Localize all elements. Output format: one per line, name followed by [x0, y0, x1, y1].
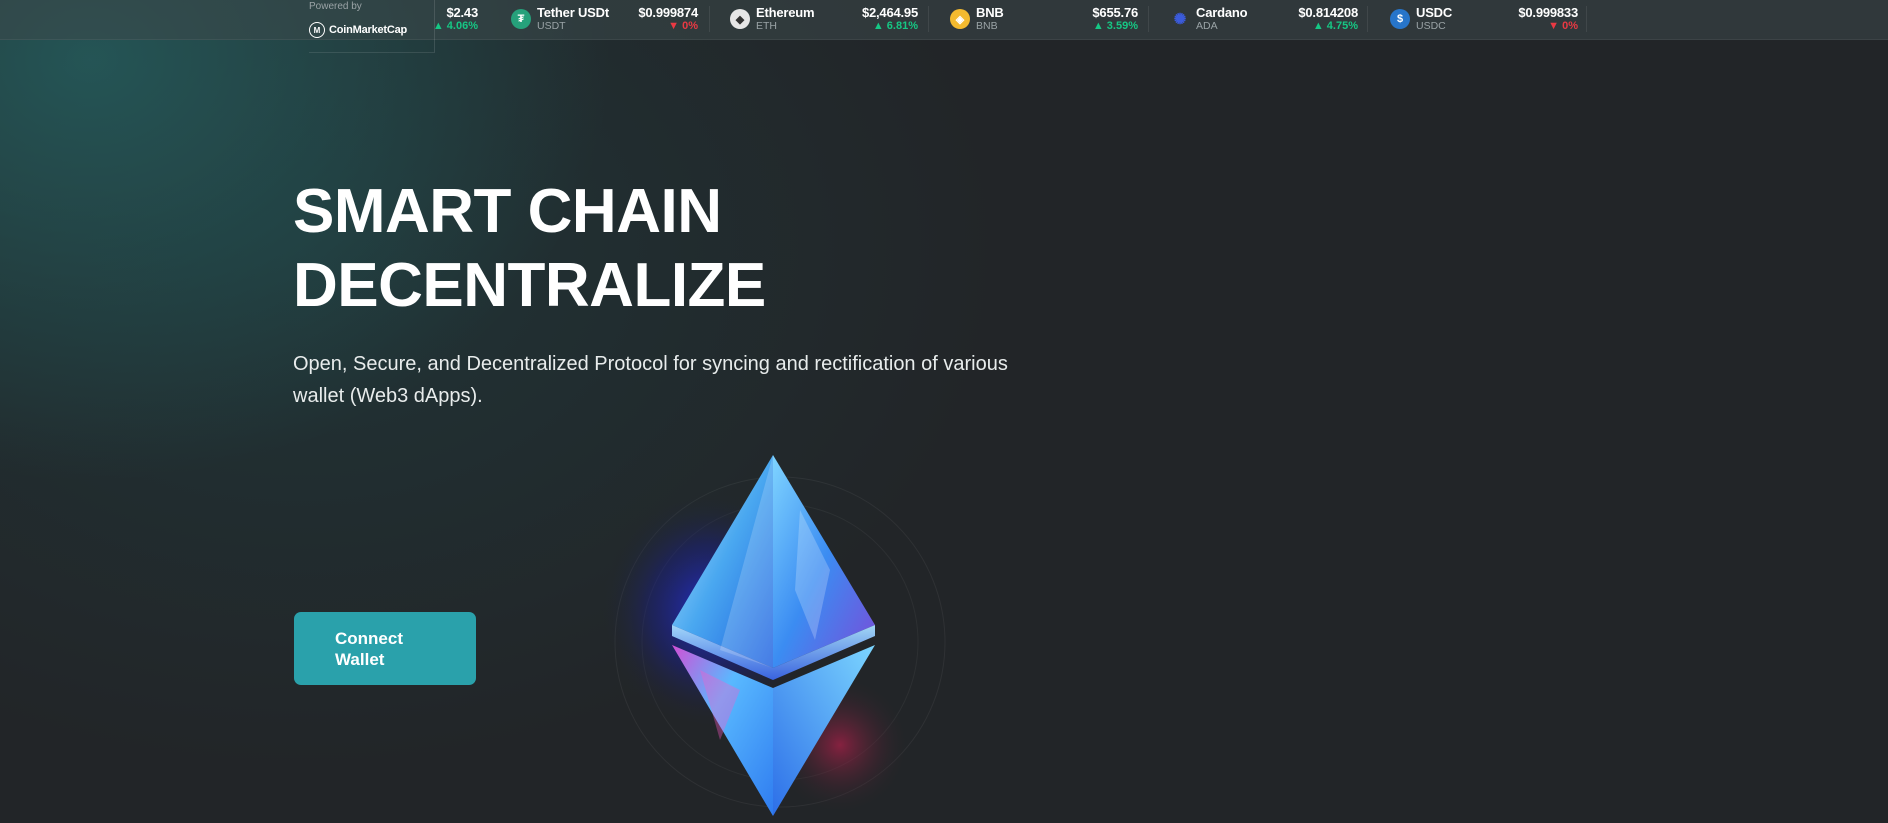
coin-price: $0.999833: [1518, 5, 1578, 20]
coin-change: ▲ 4.06%: [432, 20, 478, 32]
ticker-item-partial[interactable]: $2.43 ▲ 4.06%: [432, 0, 478, 39]
coinmarketcap-icon: M: [309, 22, 325, 38]
cardano-icon: ✺: [1173, 11, 1187, 28]
coin-change: ▲ 4.75%: [1312, 20, 1358, 32]
ticker-item-usdt[interactable]: ₮ Tether USDt USDT $0.999874 ▼ 0%: [511, 0, 698, 39]
hero-title: SMART CHAIN DECENTRALIZE: [293, 175, 766, 323]
ticker-divider: [1367, 6, 1368, 32]
ethereum-crystal-icon: [600, 455, 946, 816]
connect-wallet-label-line-2: Wallet: [335, 649, 385, 669]
powered-by-label: Powered by: [309, 1, 362, 12]
coin-name: Cardano: [1196, 5, 1248, 20]
coin-change: ▼ 0%: [668, 20, 698, 32]
coin-symbol: BNB: [976, 20, 998, 32]
price-ticker: Powered by M CoinMarketCap $2.43 ▲ 4.06%…: [0, 0, 1888, 53]
coin-change: ▲ 6.81%: [872, 20, 918, 32]
hero-title-line-1: SMART CHAIN: [293, 177, 722, 246]
bnb-icon: ◈: [950, 9, 970, 29]
ticker-divider: [709, 6, 710, 32]
coin-name: BNB: [976, 5, 1004, 20]
coinmarketcap-brand: CoinMarketCap: [329, 24, 408, 36]
coin-name: Ethereum: [756, 5, 815, 20]
ticker-item-bnb[interactable]: ◈ BNB BNB $655.76 ▲ 3.59%: [950, 0, 1138, 39]
ticker-item-eth[interactable]: ◆ Ethereum ETH $2,464.95 ▲ 6.81%: [730, 0, 918, 39]
coin-price: $0.999874: [638, 5, 698, 20]
coin-price: $2.43: [446, 5, 478, 20]
ticker-item-ada[interactable]: ✺ Cardano ADA $0.814208 ▲ 4.75%: [1170, 0, 1358, 39]
coin-symbol: ETH: [756, 20, 777, 32]
coin-price: $2,464.95: [861, 5, 918, 20]
connect-wallet-label-line-1: Connect: [335, 628, 403, 648]
ethereum-icon: ◆: [730, 9, 750, 29]
coin-change: ▼ 0%: [1548, 20, 1578, 32]
ticker-item-usdc[interactable]: $ USDC USDC $0.999833 ▼ 0%: [1390, 0, 1578, 39]
coin-change: ▲ 3.59%: [1092, 20, 1138, 32]
hero-subtitle: Open, Secure, and Decentralized Protocol…: [293, 353, 1008, 407]
coin-symbol: ADA: [1196, 20, 1218, 32]
coin-price: $655.76: [1092, 5, 1138, 20]
coin-price: $0.814208: [1298, 5, 1358, 20]
coin-name: Tether USDt: [537, 5, 609, 20]
usdc-icon: $: [1390, 9, 1410, 29]
ticker-divider: [928, 6, 929, 32]
powered-by-block[interactable]: Powered by M CoinMarketCap: [309, 0, 435, 53]
tether-icon: ₮: [511, 9, 531, 29]
coin-symbol: USDC: [1416, 20, 1446, 32]
coin-name: USDC: [1416, 5, 1453, 20]
ethereum-crystal-illustration: [600, 440, 960, 818]
connect-wallet-button[interactable]: Connect Wallet: [294, 612, 476, 685]
hero-title-line-2: DECENTRALIZE: [293, 251, 766, 320]
ticker-divider: [1148, 6, 1149, 32]
coin-symbol: USDT: [537, 20, 566, 32]
coinmarketcap-logo[interactable]: M CoinMarketCap: [309, 22, 407, 38]
ticker-divider: [1586, 6, 1587, 32]
